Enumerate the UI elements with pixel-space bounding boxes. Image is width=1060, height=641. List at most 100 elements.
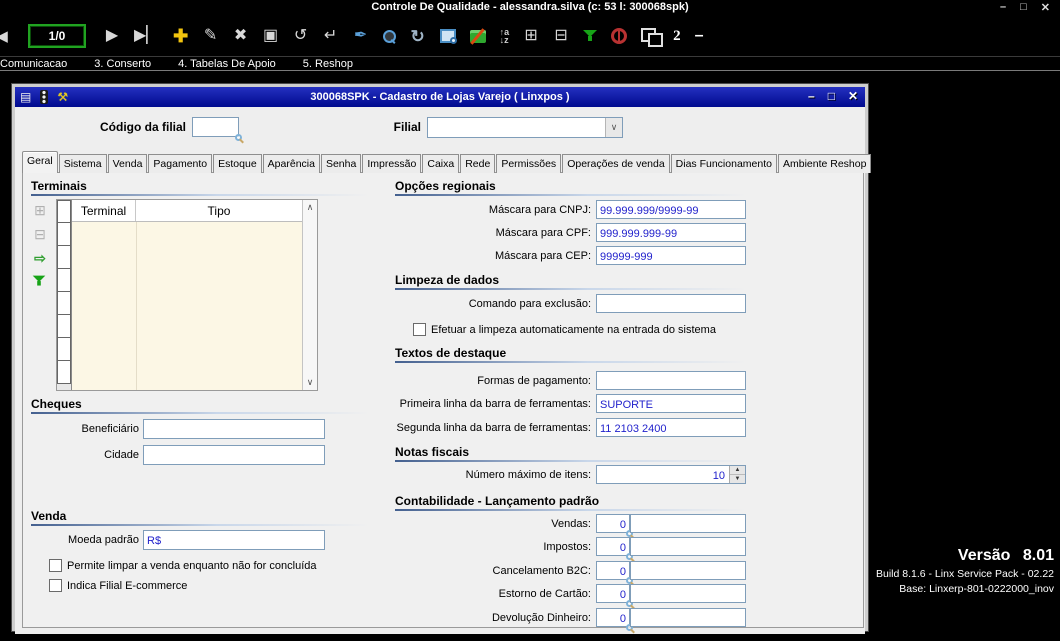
- menu-item-reshop[interactable]: 5. Reshop: [303, 58, 353, 70]
- row-selector-cell[interactable]: [57, 292, 71, 315]
- row-selector-cell[interactable]: [57, 361, 71, 384]
- previous-record-icon[interactable]: ◀: [0, 29, 10, 44]
- add-record-icon[interactable]: ✚: [173, 27, 189, 45]
- grid-insert-icon[interactable]: ⊞: [31, 203, 49, 217]
- row-selector-cell[interactable]: [57, 269, 71, 292]
- moeda-padrao-input[interactable]: [144, 532, 324, 550]
- tab-dias-funcionamento[interactable]: Dias Funcionamento: [670, 154, 777, 173]
- dialog-minimize-button[interactable]: –: [808, 89, 815, 103]
- stop-icon[interactable]: [611, 28, 628, 44]
- edit-record-icon[interactable]: ✎: [203, 28, 219, 44]
- tab-estoque[interactable]: Estoque: [213, 154, 262, 173]
- permite-limpar-checkbox[interactable]: [49, 559, 62, 572]
- segunda-linha-input[interactable]: [597, 420, 745, 438]
- vendas-code-input[interactable]: [597, 516, 629, 534]
- remove-detail-icon[interactable]: ⊟: [553, 28, 569, 44]
- limpeza-automatica-checkbox[interactable]: [413, 323, 426, 336]
- tab-permissoes[interactable]: Permissões: [496, 154, 562, 173]
- mascara-cep-label: Máscara para CEP:: [495, 250, 591, 262]
- spin-down-icon[interactable]: ▼: [730, 475, 745, 483]
- maximize-button[interactable]: □: [1020, 1, 1029, 14]
- grid-export-icon[interactable]: ⇨: [31, 251, 49, 265]
- row-selector-cell[interactable]: [57, 200, 71, 223]
- filter-icon[interactable]: [583, 29, 598, 43]
- cascade-windows-icon[interactable]: [641, 28, 664, 47]
- brush-icon[interactable]: ✒: [353, 28, 369, 44]
- estorno-cartao-desc-input[interactable]: [631, 586, 745, 604]
- tab-caixa[interactable]: Caixa: [422, 154, 460, 173]
- last-record-icon[interactable]: ▶▏: [134, 28, 159, 44]
- limpeza-automatica-label: Efetuar a limpeza automaticamente na ent…: [431, 323, 716, 336]
- revert-icon[interactable]: ↺: [293, 28, 309, 44]
- add-detail-icon[interactable]: ⊞: [523, 28, 539, 44]
- tab-sistema[interactable]: Sistema: [58, 154, 107, 173]
- tab-geral[interactable]: Geral: [22, 151, 58, 173]
- printer-disabled-icon[interactable]: [469, 29, 486, 43]
- preview-icon[interactable]: [439, 29, 457, 44]
- lookup-icon[interactable]: [235, 134, 242, 141]
- tab-aparencia[interactable]: Aparência: [262, 154, 320, 173]
- mascara-cep-input[interactable]: [597, 248, 745, 266]
- devolucao-dinheiro-desc-input[interactable]: [631, 610, 745, 628]
- menu-item-comunicacao[interactable]: Comunicacao: [0, 58, 67, 70]
- mascara-cnpj-input[interactable]: [597, 202, 745, 220]
- mascara-cnpj-field: [596, 200, 746, 220]
- moeda-padrao-label: Moeda padrão: [68, 534, 139, 546]
- row-selector-cell[interactable]: [57, 246, 71, 269]
- delete-record-icon[interactable]: ✖: [233, 28, 249, 44]
- sort-icon[interactable]: ↑a ↓z: [500, 28, 510, 45]
- tab-operacoes-de-venda[interactable]: Operações de venda: [562, 154, 670, 173]
- column-header-tipo[interactable]: Tipo: [136, 200, 302, 221]
- grid-remove-icon[interactable]: ⊟: [31, 227, 49, 241]
- save-icon[interactable]: ▣: [263, 28, 279, 44]
- tab-senha[interactable]: Senha: [320, 154, 362, 173]
- vendas-desc-input[interactable]: [631, 516, 745, 534]
- chevron-down-icon[interactable]: ∨: [605, 118, 622, 137]
- mascara-cpf-input[interactable]: [597, 225, 745, 243]
- primeira-linha-input[interactable]: [597, 396, 745, 414]
- tab-venda[interactable]: Venda: [107, 154, 148, 173]
- menu-item-conserto[interactable]: 3. Conserto: [94, 58, 151, 70]
- row-selector-cell[interactable]: [57, 338, 71, 361]
- minimize-button[interactable]: –: [1000, 1, 1008, 14]
- cidade-input[interactable]: [144, 447, 324, 465]
- tab-impressao[interactable]: Impressão: [362, 154, 422, 173]
- numero-maximo-itens-input[interactable]: [597, 467, 745, 485]
- spin-up-icon[interactable]: ▲: [730, 466, 745, 475]
- impostos-desc-input[interactable]: [631, 539, 745, 557]
- column-header-terminal[interactable]: Terminal: [72, 200, 136, 221]
- devolucao-dinheiro-code-input[interactable]: [597, 610, 629, 628]
- tab-rede[interactable]: Rede: [460, 154, 496, 173]
- refresh-icon[interactable]: ↻: [410, 28, 426, 45]
- grid-filter-icon[interactable]: [32, 275, 46, 288]
- terminais-table[interactable]: Terminal Tipo ∧ ∨: [56, 199, 318, 391]
- dialog-maximize-button[interactable]: □: [828, 89, 835, 103]
- formas-pagamento-input[interactable]: [597, 373, 745, 391]
- undo-icon[interactable]: ↵: [323, 28, 339, 44]
- row-selector-cell[interactable]: [57, 315, 71, 338]
- menu-item-tabelas-de-apoio[interactable]: 4. Tabelas De Apoio: [178, 58, 276, 70]
- filial-ecommerce-checkbox[interactable]: [49, 579, 62, 592]
- scroll-down-icon[interactable]: ∨: [303, 377, 317, 388]
- tab-pagamento[interactable]: Pagamento: [148, 154, 213, 173]
- tab-ambiente-reshop[interactable]: Ambiente Reshop: [777, 154, 872, 173]
- dialog-titlebar[interactable]: ▤ ⚒ 300068SPK - Cadastro de Lojas Varejo…: [15, 87, 865, 107]
- impostos-code-input[interactable]: [597, 539, 629, 557]
- estorno-cartao-code-input[interactable]: [597, 586, 629, 604]
- dialog-close-button[interactable]: ✕: [848, 89, 858, 103]
- terminais-scrollbar[interactable]: ∧ ∨: [302, 200, 317, 390]
- search-icon[interactable]: [382, 29, 396, 43]
- next-record-icon[interactable]: ▶: [104, 28, 120, 44]
- filial-input[interactable]: [428, 118, 622, 138]
- codigo-filial-input[interactable]: [193, 119, 238, 137]
- close-button[interactable]: ✕: [1041, 1, 1052, 14]
- cancelamento-b2c-desc-input[interactable]: [631, 563, 745, 581]
- terminais-grid-body[interactable]: [72, 222, 302, 390]
- filial-combobox[interactable]: ∨: [427, 117, 623, 138]
- cancelamento-b2c-code-input[interactable]: [597, 563, 629, 581]
- beneficiario-input[interactable]: [144, 421, 324, 439]
- row-selector-cell[interactable]: [57, 223, 71, 246]
- comando-exclusao-input[interactable]: [597, 296, 745, 314]
- opcoes-regionais-section-title: Opções regionais: [395, 179, 496, 193]
- scroll-up-icon[interactable]: ∧: [303, 202, 317, 213]
